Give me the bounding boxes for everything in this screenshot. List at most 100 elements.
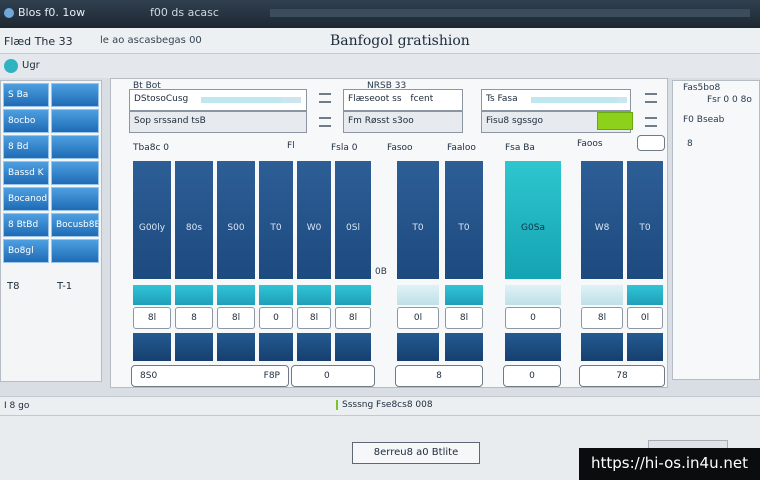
column-button[interactable]: 8l: [581, 307, 623, 329]
name-field-suffix: fcent: [410, 94, 434, 104]
app-icon: [4, 8, 14, 18]
sidebar: S Ba 8ocbo 8 Bd Bassd K Bocanod 8 BtBd B…: [0, 80, 102, 382]
title-bar: Blos f0. 1ow f00 ds acasc: [0, 0, 760, 28]
right-label: Fsr 0 0 8o: [707, 95, 752, 105]
main-panel: Bt Bot DStosoCusg Sop srssand tsB NRSB 3…: [110, 78, 668, 388]
level-bar: [627, 285, 663, 305]
sidebar-item[interactable]: 8 BtBd: [3, 213, 49, 237]
column-button[interactable]: 0: [505, 307, 561, 329]
bottom-tile: [175, 333, 213, 361]
name-field-text: Flæseoot ss: [348, 94, 402, 104]
footer-button[interactable]: 8: [395, 365, 483, 387]
name-field[interactable]: Flæseoot ss fcent: [343, 89, 463, 111]
value-field-text: DStosoCusg: [134, 94, 189, 104]
toggle-button[interactable]: [637, 135, 665, 151]
value-tile[interactable]: S00: [217, 161, 255, 279]
primary-button[interactable]: 8erreu8 a0 Btlite: [352, 442, 480, 464]
drag-handle-icon[interactable]: [319, 117, 331, 127]
text-field-text: Sop srssand tsB: [134, 116, 206, 126]
sidebar-item[interactable]: Bocusb8B: [51, 213, 99, 237]
level-bar: [217, 285, 255, 305]
value-tile[interactable]: T0: [259, 161, 293, 279]
window-subtitle: f00 ds acasc: [150, 6, 219, 19]
sidebar-item[interactable]: Bocanod: [3, 187, 49, 211]
column-button[interactable]: 8: [175, 307, 213, 329]
text-field[interactable]: Sop srssand tsB: [129, 111, 307, 133]
page-title: Banfogol gratishion: [330, 33, 470, 49]
level-bar: [133, 285, 171, 305]
status-indicator[interactable]: [597, 112, 633, 130]
column-header: Fsa Ba: [505, 143, 535, 153]
sidebar-bottom-right: T-1: [57, 281, 73, 292]
column-button[interactable]: 8l: [217, 307, 255, 329]
column-button[interactable]: 8l: [297, 307, 331, 329]
sidebar-item[interactable]: S Ba: [3, 83, 49, 107]
sidebar-item-blank[interactable]: [51, 109, 99, 133]
value-tile[interactable]: T0: [627, 161, 663, 279]
level-bar: [259, 285, 293, 305]
bottom-tile: [259, 333, 293, 361]
sidebar-item[interactable]: 8ocbo: [3, 109, 49, 133]
value-tile[interactable]: G00ly: [133, 161, 171, 279]
value-tile[interactable]: W8: [581, 161, 623, 279]
column-button[interactable]: 8l: [445, 307, 483, 329]
column-button[interactable]: 8l: [133, 307, 171, 329]
drag-handle-icon[interactable]: [645, 93, 657, 103]
menu-left-label[interactable]: Flæd The 33: [4, 35, 73, 48]
bottom-tile: [297, 333, 331, 361]
search-field-text: Ts Fasa: [486, 94, 518, 104]
drag-handle-icon[interactable]: [319, 93, 331, 103]
value-tile[interactable]: 80s: [175, 161, 213, 279]
status-text: I 8 go: [4, 401, 30, 411]
column-header: Fl: [287, 141, 295, 151]
gap-label: 0B: [375, 267, 387, 277]
footer-button[interactable]: 8S0 F8P: [131, 365, 289, 387]
right-panel: Fas5bo8 Fsr 0 0 8o F0 Bseab 8: [672, 80, 760, 380]
sidebar-item-blank[interactable]: [51, 135, 99, 159]
bottom-tile: [627, 333, 663, 361]
column-button[interactable]: 0l: [627, 307, 663, 329]
column-button[interactable]: 0: [259, 307, 293, 329]
sidebar-bottom-left: T8: [7, 281, 20, 292]
right-label: 8: [687, 139, 693, 149]
value-tile[interactable]: T0: [445, 161, 483, 279]
sidebar-item[interactable]: Bo8gl: [3, 239, 49, 263]
footer-button[interactable]: 0: [291, 365, 375, 387]
level-bar: [335, 285, 371, 305]
drag-handle-icon[interactable]: [645, 117, 657, 127]
value-tile[interactable]: T0: [397, 161, 439, 279]
footer-button-label-right: F8P: [263, 371, 280, 381]
level-meter: [201, 97, 301, 103]
level-bar: [581, 285, 623, 305]
menu-text[interactable]: le ao ascasbegas 00: [100, 35, 202, 46]
bottom-tile: [505, 333, 561, 361]
status-message: Ssssng Fse8cs8 008: [336, 400, 433, 410]
globe-icon[interactable]: [4, 59, 18, 73]
sidebar-item-blank[interactable]: [51, 161, 99, 185]
sidebar-item-blank[interactable]: [51, 239, 99, 263]
column-button[interactable]: 0l: [397, 307, 439, 329]
right-label: F0 Bseab: [683, 115, 725, 125]
value-tile[interactable]: 0Sl: [335, 161, 371, 279]
value-tile[interactable]: W0: [297, 161, 331, 279]
sidebar-item-blank[interactable]: [51, 187, 99, 211]
toolbar: Ugr: [0, 54, 760, 78]
filter-field-text: Fisu8 sgssgo: [486, 116, 544, 126]
sidebar-item[interactable]: Bassd K: [3, 161, 49, 185]
footer-button[interactable]: 0: [503, 365, 561, 387]
sidebar-item-blank[interactable]: [51, 83, 99, 107]
right-label: Fas5bo8: [683, 83, 721, 93]
footer-button-label: 8S0: [140, 371, 158, 381]
level-bar: [297, 285, 331, 305]
bottom-tile: [581, 333, 623, 361]
selected-tile[interactable]: G0Sa: [505, 161, 561, 279]
param-field-text: Fm Røsst s3oo: [348, 116, 414, 126]
status-bar: I 8 go Ssssng Fse8cs8 008: [0, 396, 760, 416]
column-button[interactable]: 8l: [335, 307, 371, 329]
window-title: Blos f0. 1ow: [18, 6, 86, 19]
footer-button[interactable]: 78: [579, 365, 665, 387]
param-field[interactable]: Fm Røsst s3oo: [343, 111, 463, 133]
column-header: Tba8c 0: [133, 143, 169, 153]
toolbar-label[interactable]: Ugr: [22, 60, 40, 71]
sidebar-item[interactable]: 8 Bd: [3, 135, 49, 159]
